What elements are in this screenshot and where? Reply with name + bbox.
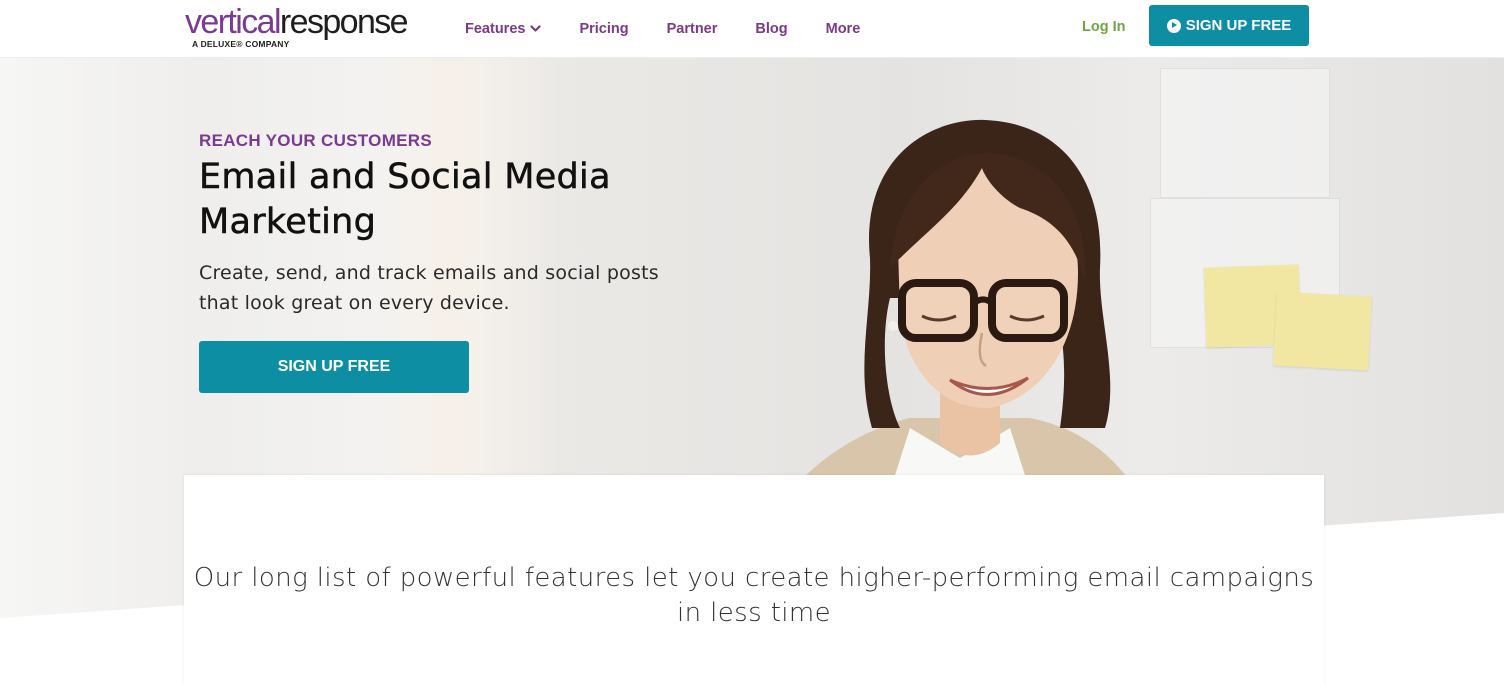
hero-signup-button[interactable]: SIGN UP FREE: [199, 341, 469, 393]
nav-links: Features Pricing Partner Blog More: [465, 0, 898, 58]
features-intro-text: Our long list of powerful features let y…: [193, 563, 1315, 628]
logo-wordmark: verticalresponse: [185, 2, 409, 42]
nav-item-label: Pricing: [579, 21, 629, 37]
logo-part-vertical: vertical: [185, 3, 282, 41]
hero-eyebrow: REACH YOUR CUSTOMERS: [199, 131, 433, 150]
login-link[interactable]: Log In: [1082, 19, 1126, 35]
nav-item-label: More: [825, 21, 861, 37]
nav-item-features[interactable]: Features: [465, 21, 542, 37]
nav-item-label: Features: [465, 21, 526, 37]
nav-item-label: Partner: [666, 21, 718, 37]
nav-item-label: Blog: [755, 21, 788, 37]
chevron-down-icon: [530, 25, 542, 32]
logo-part-response: response: [279, 3, 409, 41]
hero-subcopy: Create, send, and track emails and socia…: [199, 262, 659, 314]
play-circle-icon: [1166, 18, 1181, 33]
nav-item-more[interactable]: More: [826, 21, 861, 37]
top-navigation: verticalresponse A DELUXE® COMPANY Featu…: [0, 0, 1504, 58]
nav-item-partner[interactable]: Partner: [667, 21, 718, 37]
verticalresponse-logo[interactable]: verticalresponse A DELUXE® COMPANY: [185, 2, 425, 54]
hero-headline: Email and Social Media Marketing: [199, 157, 611, 243]
nav-signup-label: SIGN UP FREE: [1185, 17, 1292, 34]
nav-item-blog[interactable]: Blog: [755, 21, 787, 37]
hero-text-block: REACH YOUR CUSTOMERS Email and Social Me…: [199, 130, 719, 318]
nav-signup-button[interactable]: SIGN UP FREE: [1149, 5, 1309, 46]
nav-item-pricing[interactable]: Pricing: [579, 21, 628, 37]
features-intro-card: Our long list of powerful features let y…: [184, 475, 1324, 684]
logo-tagline: A DELUXE® COMPANY: [192, 39, 290, 49]
